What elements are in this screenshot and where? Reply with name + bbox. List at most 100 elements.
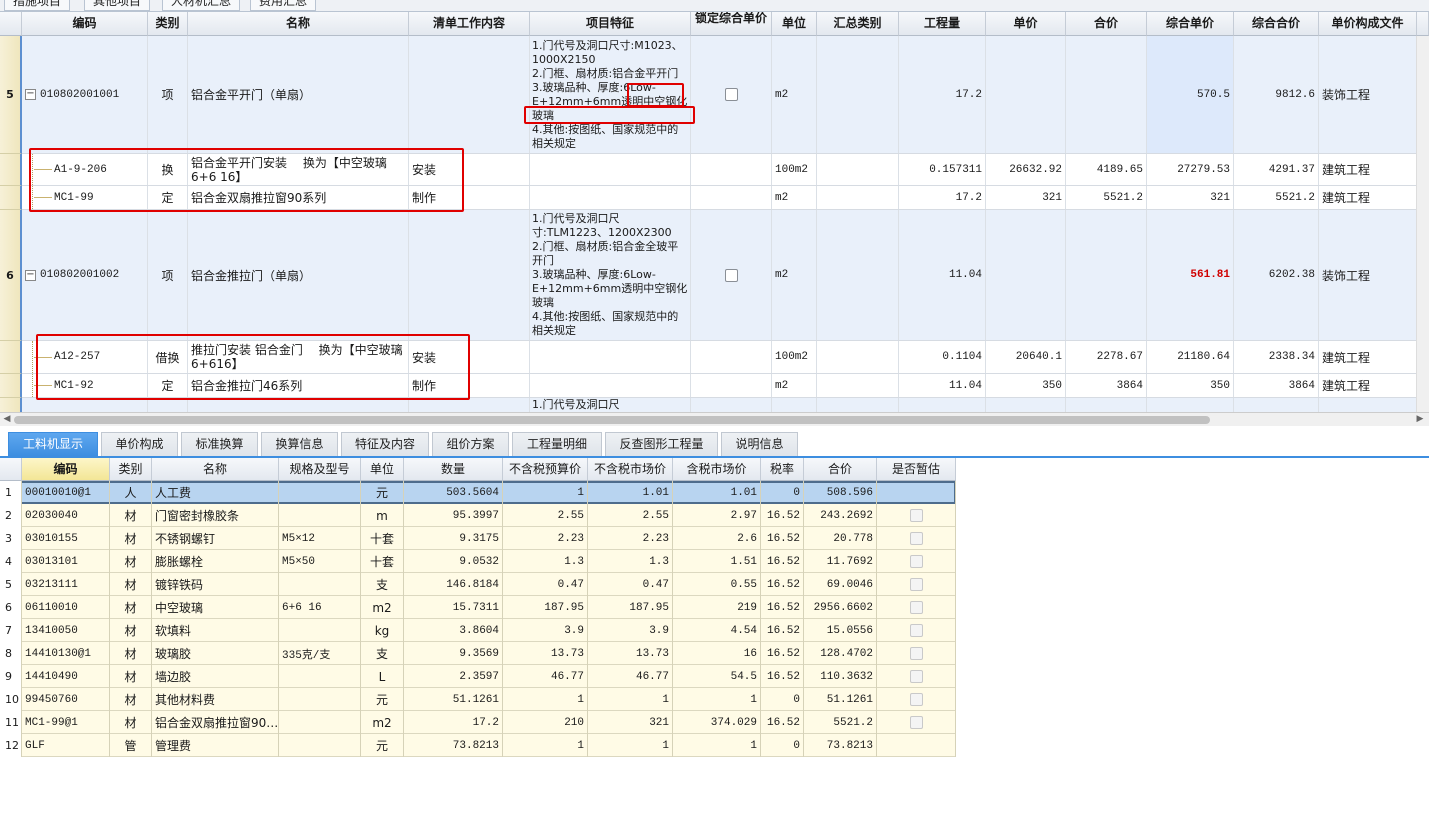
spec-cell[interactable]: 335克/支 (279, 642, 361, 665)
comp-total-cell[interactable]: 6202.38 (1234, 210, 1319, 340)
quantity-cell[interactable]: 11.04 (899, 210, 986, 340)
provisional-checkbox[interactable] (909, 578, 923, 591)
summary-cell[interactable] (817, 186, 899, 209)
feature-cell[interactable]: 1.门代号及洞口尺 (530, 398, 691, 412)
tab-standard-conversion[interactable]: 标准换算 (181, 432, 258, 456)
type-cell[interactable]: 材 (110, 573, 152, 596)
row-number[interactable]: 6 (0, 210, 22, 341)
type-cell[interactable] (148, 398, 188, 412)
provisional-checkbox[interactable] (909, 716, 923, 729)
bill-row-child[interactable]: MC1-99 定 铝合金双扇推拉窗90系列 制作 m2 17.2 321 552… (22, 186, 1429, 210)
col-header-work-content[interactable]: 清单工作内容 (409, 12, 530, 36)
code-cell[interactable]: −010802001001 (22, 36, 148, 153)
comp-price-cell[interactable] (1147, 398, 1234, 412)
col-header-quantity[interactable]: 数量 (404, 458, 503, 481)
price-file-cell[interactable]: 建筑工程 (1319, 186, 1417, 209)
quantity-cell[interactable]: 15.7311 (404, 596, 503, 619)
name-cell[interactable]: 不锈钢螺钉 (152, 527, 279, 550)
provisional-checkbox[interactable] (909, 670, 923, 683)
material-row[interactable]: 6 06110010 材中空玻璃 6+6 16 m2 15.7311 187.95 187.9… (0, 596, 956, 619)
spec-cell[interactable] (279, 504, 361, 527)
code-cell[interactable]: MC1-99 (22, 186, 148, 209)
unit-cell[interactable]: 元 (361, 734, 404, 757)
work-cell[interactable]: 制作 (409, 186, 530, 209)
code-cell[interactable]: MC1-92 (22, 374, 148, 397)
type-cell[interactable]: 材 (110, 688, 152, 711)
name-cell[interactable]: 管理费 (152, 734, 279, 757)
provisional-checkbox[interactable] (909, 647, 923, 660)
comp-total-cell[interactable]: 4291.37 (1234, 154, 1319, 185)
spec-cell[interactable]: M5×50 (279, 550, 361, 573)
market-price-cell[interactable]: 2.55 (588, 504, 673, 527)
feature-cell[interactable]: 1.门代号及洞口尺寸:M1023、1000X2150 2.门框、扇材质:铝合金平… (530, 36, 691, 153)
comp-price-cell[interactable]: 350 (1147, 374, 1234, 397)
unit-price-cell[interactable] (986, 210, 1066, 340)
quantity-cell[interactable]: 9.3569 (404, 642, 503, 665)
name-cell[interactable]: 铝合金推拉门46系列 (188, 374, 409, 397)
type-cell[interactable]: 项 (148, 36, 188, 153)
unit-cell[interactable]: m2 (772, 186, 817, 209)
tab-unit-price-composition[interactable]: 单价构成 (101, 432, 178, 456)
horizontal-scrollbar[interactable]: ◀ ▶ (0, 412, 1429, 426)
total-cell[interactable]: 508.596 (804, 481, 877, 504)
comp-total-cell[interactable]: 9812.6 (1234, 36, 1319, 153)
code-cell[interactable]: A12-257 (22, 341, 148, 373)
col-header-total[interactable]: 合价 (1066, 12, 1147, 36)
col-header-code[interactable]: 编码 (22, 12, 148, 36)
market-price-cell[interactable]: 3.9 (588, 619, 673, 642)
comp-price-cell[interactable]: 570.5 (1147, 36, 1234, 153)
tax-rate-cell[interactable]: 16.52 (761, 527, 804, 550)
market-price-cell[interactable]: 1.01 (588, 481, 673, 504)
name-cell[interactable] (188, 398, 409, 412)
spec-cell[interactable]: 6+6 16 (279, 596, 361, 619)
tax-rate-cell[interactable]: 0 (761, 481, 804, 504)
col-header-quantity[interactable]: 工程量 (899, 12, 986, 36)
code-cell[interactable]: 13410050 (22, 619, 110, 642)
material-row[interactable]: 5 03213111 材镀锌铁码支 146.8184 0.47 0.47 0.55 16.52… (0, 573, 956, 596)
unit-cell[interactable]: m2 (772, 210, 817, 340)
tab-conversion-info[interactable]: 换算信息 (261, 432, 338, 456)
scrollbar-thumb[interactable] (14, 416, 1210, 424)
feature-cell[interactable]: 1.门代号及洞口尺寸:TLM1223、1200X2300 2.门框、扇材质:铝合… (530, 210, 691, 340)
quantity-cell[interactable]: 9.3175 (404, 527, 503, 550)
col-header-price-file[interactable]: 单价构成文件 (1319, 12, 1417, 36)
scroll-left-icon[interactable]: ◀ (0, 413, 14, 426)
feature-cell[interactable] (530, 341, 691, 373)
market-price-cell[interactable]: 187.95 (588, 596, 673, 619)
code-cell[interactable]: 02030040 (22, 504, 110, 527)
type-cell[interactable]: 借换 (148, 341, 188, 373)
code-cell[interactable]: 00010010@1 (22, 481, 110, 504)
spec-cell[interactable] (279, 734, 361, 757)
type-cell[interactable]: 定 (148, 186, 188, 209)
col-header-type[interactable]: 类别 (148, 12, 188, 36)
tax-market-price-cell[interactable]: 2.6 (673, 527, 761, 550)
provisional-checkbox[interactable] (909, 624, 923, 637)
tax-market-price-cell[interactable]: 1.01 (673, 481, 761, 504)
total-cell[interactable]: 2956.6602 (804, 596, 877, 619)
name-cell[interactable]: 门窗密封橡胶条 (152, 504, 279, 527)
col-header-tax-rate[interactable]: 税率 (761, 458, 804, 481)
col-header-name[interactable]: 名称 (188, 12, 409, 36)
comp-price-cell[interactable]: 21180.64 (1147, 341, 1234, 373)
provisional-checkbox[interactable] (909, 509, 923, 522)
material-row[interactable]: 4 03013101 材膨胀螺栓 M5×50 十套 9.0532 1.3 1.3 1.51 16.… (0, 550, 956, 573)
quantity-cell[interactable]: 0.1104 (899, 341, 986, 373)
market-price-cell[interactable]: 0.47 (588, 573, 673, 596)
summary-cell[interactable] (817, 341, 899, 373)
col-header-budget-price[interactable]: 不含税预算价 (503, 458, 588, 481)
unit-cell[interactable]: m2 (772, 374, 817, 397)
quantity-cell[interactable]: 17.2 (899, 186, 986, 209)
market-price-cell[interactable]: 13.73 (588, 642, 673, 665)
col-header-type[interactable]: 类别 (110, 458, 152, 481)
total-cell[interactable]: 128.4702 (804, 642, 877, 665)
code-cell[interactable]: 99450760 (22, 688, 110, 711)
budget-price-cell[interactable]: 1 (503, 481, 588, 504)
material-row[interactable]: 8 14410130@1 材玻璃胶 335克/支支 9.3569 13.73 13.73 16… (0, 642, 956, 665)
budget-price-cell[interactable]: 2.55 (503, 504, 588, 527)
type-cell[interactable]: 材 (110, 711, 152, 734)
spec-cell[interactable] (279, 711, 361, 734)
price-file-cell[interactable]: 装饰工程 (1319, 210, 1417, 340)
feature-cell[interactable] (530, 154, 691, 185)
unit-cell[interactable]: 100m2 (772, 341, 817, 373)
col-header-comp-price[interactable]: 综合单价 (1147, 12, 1234, 36)
